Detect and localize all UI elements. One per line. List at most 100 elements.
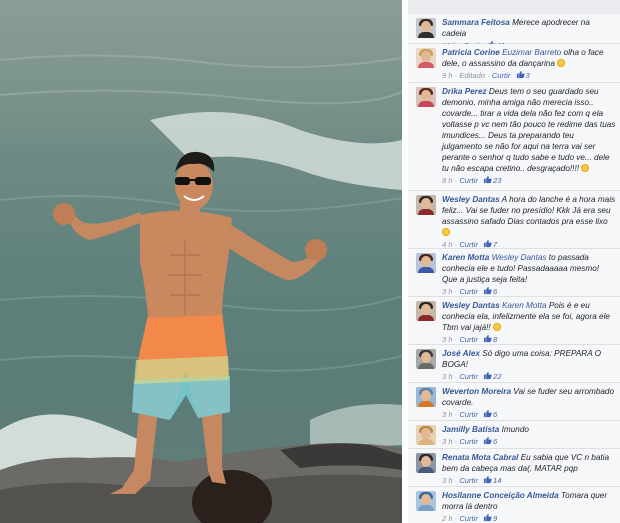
comment-time[interactable]: 4 h — [442, 240, 453, 249]
comment: Hosllanne Conceição Almeida Tomara quer … — [408, 487, 620, 523]
thumbs-up-icon — [483, 286, 492, 295]
like-link[interactable]: Curtir — [459, 287, 478, 296]
comment-body: Imundo — [501, 425, 529, 434]
comments-panel: Sammara Feitosa Merece apodrecer na cade… — [408, 0, 620, 523]
photo-scene — [0, 54, 402, 523]
avatar[interactable] — [416, 387, 436, 407]
comment: Wesley Dantas A hora do lanche é a hora … — [408, 191, 620, 249]
like-count[interactable]: 22 — [493, 372, 501, 381]
comment-text: Renata Mota Cabral Eu sabia que VC n bat… — [442, 452, 616, 474]
comment-time[interactable]: 3 h — [442, 287, 453, 296]
thumbs-up-icon — [483, 436, 492, 445]
laughing-emoji-icon — [442, 228, 450, 236]
comment-meta: 8 h · Curtir 23 — [442, 175, 502, 185]
comment-author[interactable]: Jamilly Batista — [442, 425, 499, 434]
comment-text: Wesley Dantas A hora do lanche é a hora … — [442, 194, 616, 238]
comment-mention[interactable]: Karen Motta — [502, 301, 547, 310]
avatar[interactable] — [416, 87, 436, 107]
smile-emoji-icon — [492, 323, 501, 331]
comment-meta: 3 h · Curtir 6 — [442, 286, 498, 296]
like-link[interactable]: Curtir — [459, 372, 478, 381]
comment: Jamilly Batista Imundo 3 h · Curtir 6 — [408, 421, 620, 449]
comment: José Alex Só digo uma coisa: PREPARA O B… — [408, 345, 620, 383]
like-count[interactable]: 6 — [493, 410, 497, 419]
like-link[interactable]: Curtir — [459, 514, 478, 523]
comment-time[interactable]: 8 h — [442, 176, 453, 185]
avatar[interactable] — [416, 253, 436, 273]
comment-time[interactable]: 3 h — [442, 335, 453, 344]
comment-text: José Alex Só digo uma coisa: PREPARA O B… — [442, 348, 616, 370]
like-link[interactable]: Curtir — [459, 176, 478, 185]
comment-author[interactable]: Renata Mota Cabral — [442, 453, 518, 462]
thumbs-up-icon — [483, 409, 492, 418]
comment-author[interactable]: Wesley Dantas — [442, 301, 500, 310]
like-link[interactable]: Curtir — [459, 437, 478, 446]
like-count[interactable]: 6 — [493, 287, 497, 296]
like-count[interactable]: 9 — [493, 514, 497, 523]
avatar[interactable] — [416, 425, 436, 445]
comment-author[interactable]: Sammara Feitosa — [442, 18, 510, 27]
comment-text: Patricia Corine Euzimar Barreto olha o f… — [442, 47, 616, 69]
avatar[interactable] — [416, 491, 436, 511]
thumbs-up-icon — [483, 334, 492, 343]
avatar[interactable] — [416, 301, 436, 321]
comment: Karen Motta Wesley Dantas to passada con… — [408, 249, 620, 297]
post-photo[interactable] — [0, 0, 402, 523]
like-link[interactable]: Curtir — [459, 410, 478, 419]
comment-time[interactable]: 3 h — [442, 410, 453, 419]
like-link[interactable]: Curtir — [492, 71, 511, 80]
comment-text: Wesley Dantas Karen Motta Pois é e eu co… — [442, 300, 616, 333]
avatar[interactable] — [416, 18, 436, 38]
comment-time[interactable]: 9 h · Editado — [442, 71, 485, 80]
comment-text: Sammara Feitosa Merece apodrecer na cade… — [442, 17, 616, 39]
comment-text: Jamilly Batista Imundo — [442, 424, 616, 435]
thumbs-up-icon — [483, 371, 492, 380]
like-link[interactable]: Curtir — [459, 335, 478, 344]
like-count[interactable]: 7 — [493, 240, 497, 249]
avatar[interactable] — [416, 349, 436, 369]
comment-author[interactable]: Drika Perez — [442, 87, 487, 96]
like-count[interactable]: 3 — [526, 71, 530, 80]
comment-text: Weverton Moreira Vai se fuder seu arromb… — [442, 386, 616, 408]
comment-author[interactable]: Karen Motta — [442, 253, 489, 262]
comment-author[interactable]: Weverton Moreira — [442, 387, 511, 396]
like-link[interactable]: Curtir — [459, 476, 478, 485]
comment-author[interactable]: Patricia Corine — [442, 48, 500, 57]
comment-text: Drika Perez Deus tem o seu guardado seu … — [442, 86, 616, 174]
comment-text: Hosllanne Conceição Almeida Tomara quer … — [442, 490, 616, 512]
thumbs-up-icon — [483, 475, 492, 484]
comment: Drika Perez Deus tem o seu guardado seu … — [408, 83, 620, 191]
comment-author[interactable]: Hosllanne Conceição Almeida — [442, 491, 559, 500]
comment-mention[interactable]: Wesley Dantas — [492, 253, 547, 262]
like-count[interactable]: 14 — [493, 476, 501, 485]
comment-mention[interactable]: Euzimar Barreto — [502, 48, 561, 57]
comment-author[interactable]: Wesley Dantas — [442, 195, 500, 204]
comment: Weverton Moreira Vai se fuder seu arromb… — [408, 383, 620, 421]
like-count[interactable]: 23 — [493, 176, 501, 185]
comment: Patricia Corine Euzimar Barreto olha o f… — [408, 44, 620, 83]
comment-text: Karen Motta Wesley Dantas to passada con… — [442, 252, 616, 285]
comment: Renata Mota Cabral Eu sabia que VC n bat… — [408, 449, 620, 487]
comment-author[interactable]: José Alex — [442, 349, 480, 358]
comment-body: Deus tem o seu guardado seu demonio, min… — [442, 87, 616, 173]
thumbs-up-icon — [483, 239, 492, 248]
comment-meta: 3 h · Curtir 6 — [442, 409, 498, 419]
avatar[interactable] — [416, 453, 436, 473]
like-count[interactable]: 8 — [493, 335, 497, 344]
thumbs-up-icon — [483, 513, 492, 522]
comment-meta: 9 h · Editado · Curtir 3 — [442, 70, 530, 80]
like-link[interactable]: Curtir — [459, 240, 478, 249]
thumbs-up-icon — [516, 70, 525, 79]
avatar[interactable] — [416, 48, 436, 68]
comment-time[interactable]: 2 h — [442, 514, 453, 523]
comment-meta: 3 h · Curtir 8 — [442, 334, 498, 344]
comment-time[interactable]: 3 h — [442, 372, 453, 381]
crying-emoji-icon — [581, 164, 590, 172]
comment-time[interactable]: 3 h — [442, 437, 453, 446]
like-count[interactable]: 6 — [493, 437, 497, 446]
thumbs-up-icon — [483, 175, 492, 184]
comment-time[interactable]: 3 h — [442, 476, 453, 485]
comment-meta: 3 h · Curtir 22 — [442, 371, 502, 381]
avatar[interactable] — [416, 195, 436, 215]
comment-meta: 2 h · Curtir 9 — [442, 513, 498, 523]
